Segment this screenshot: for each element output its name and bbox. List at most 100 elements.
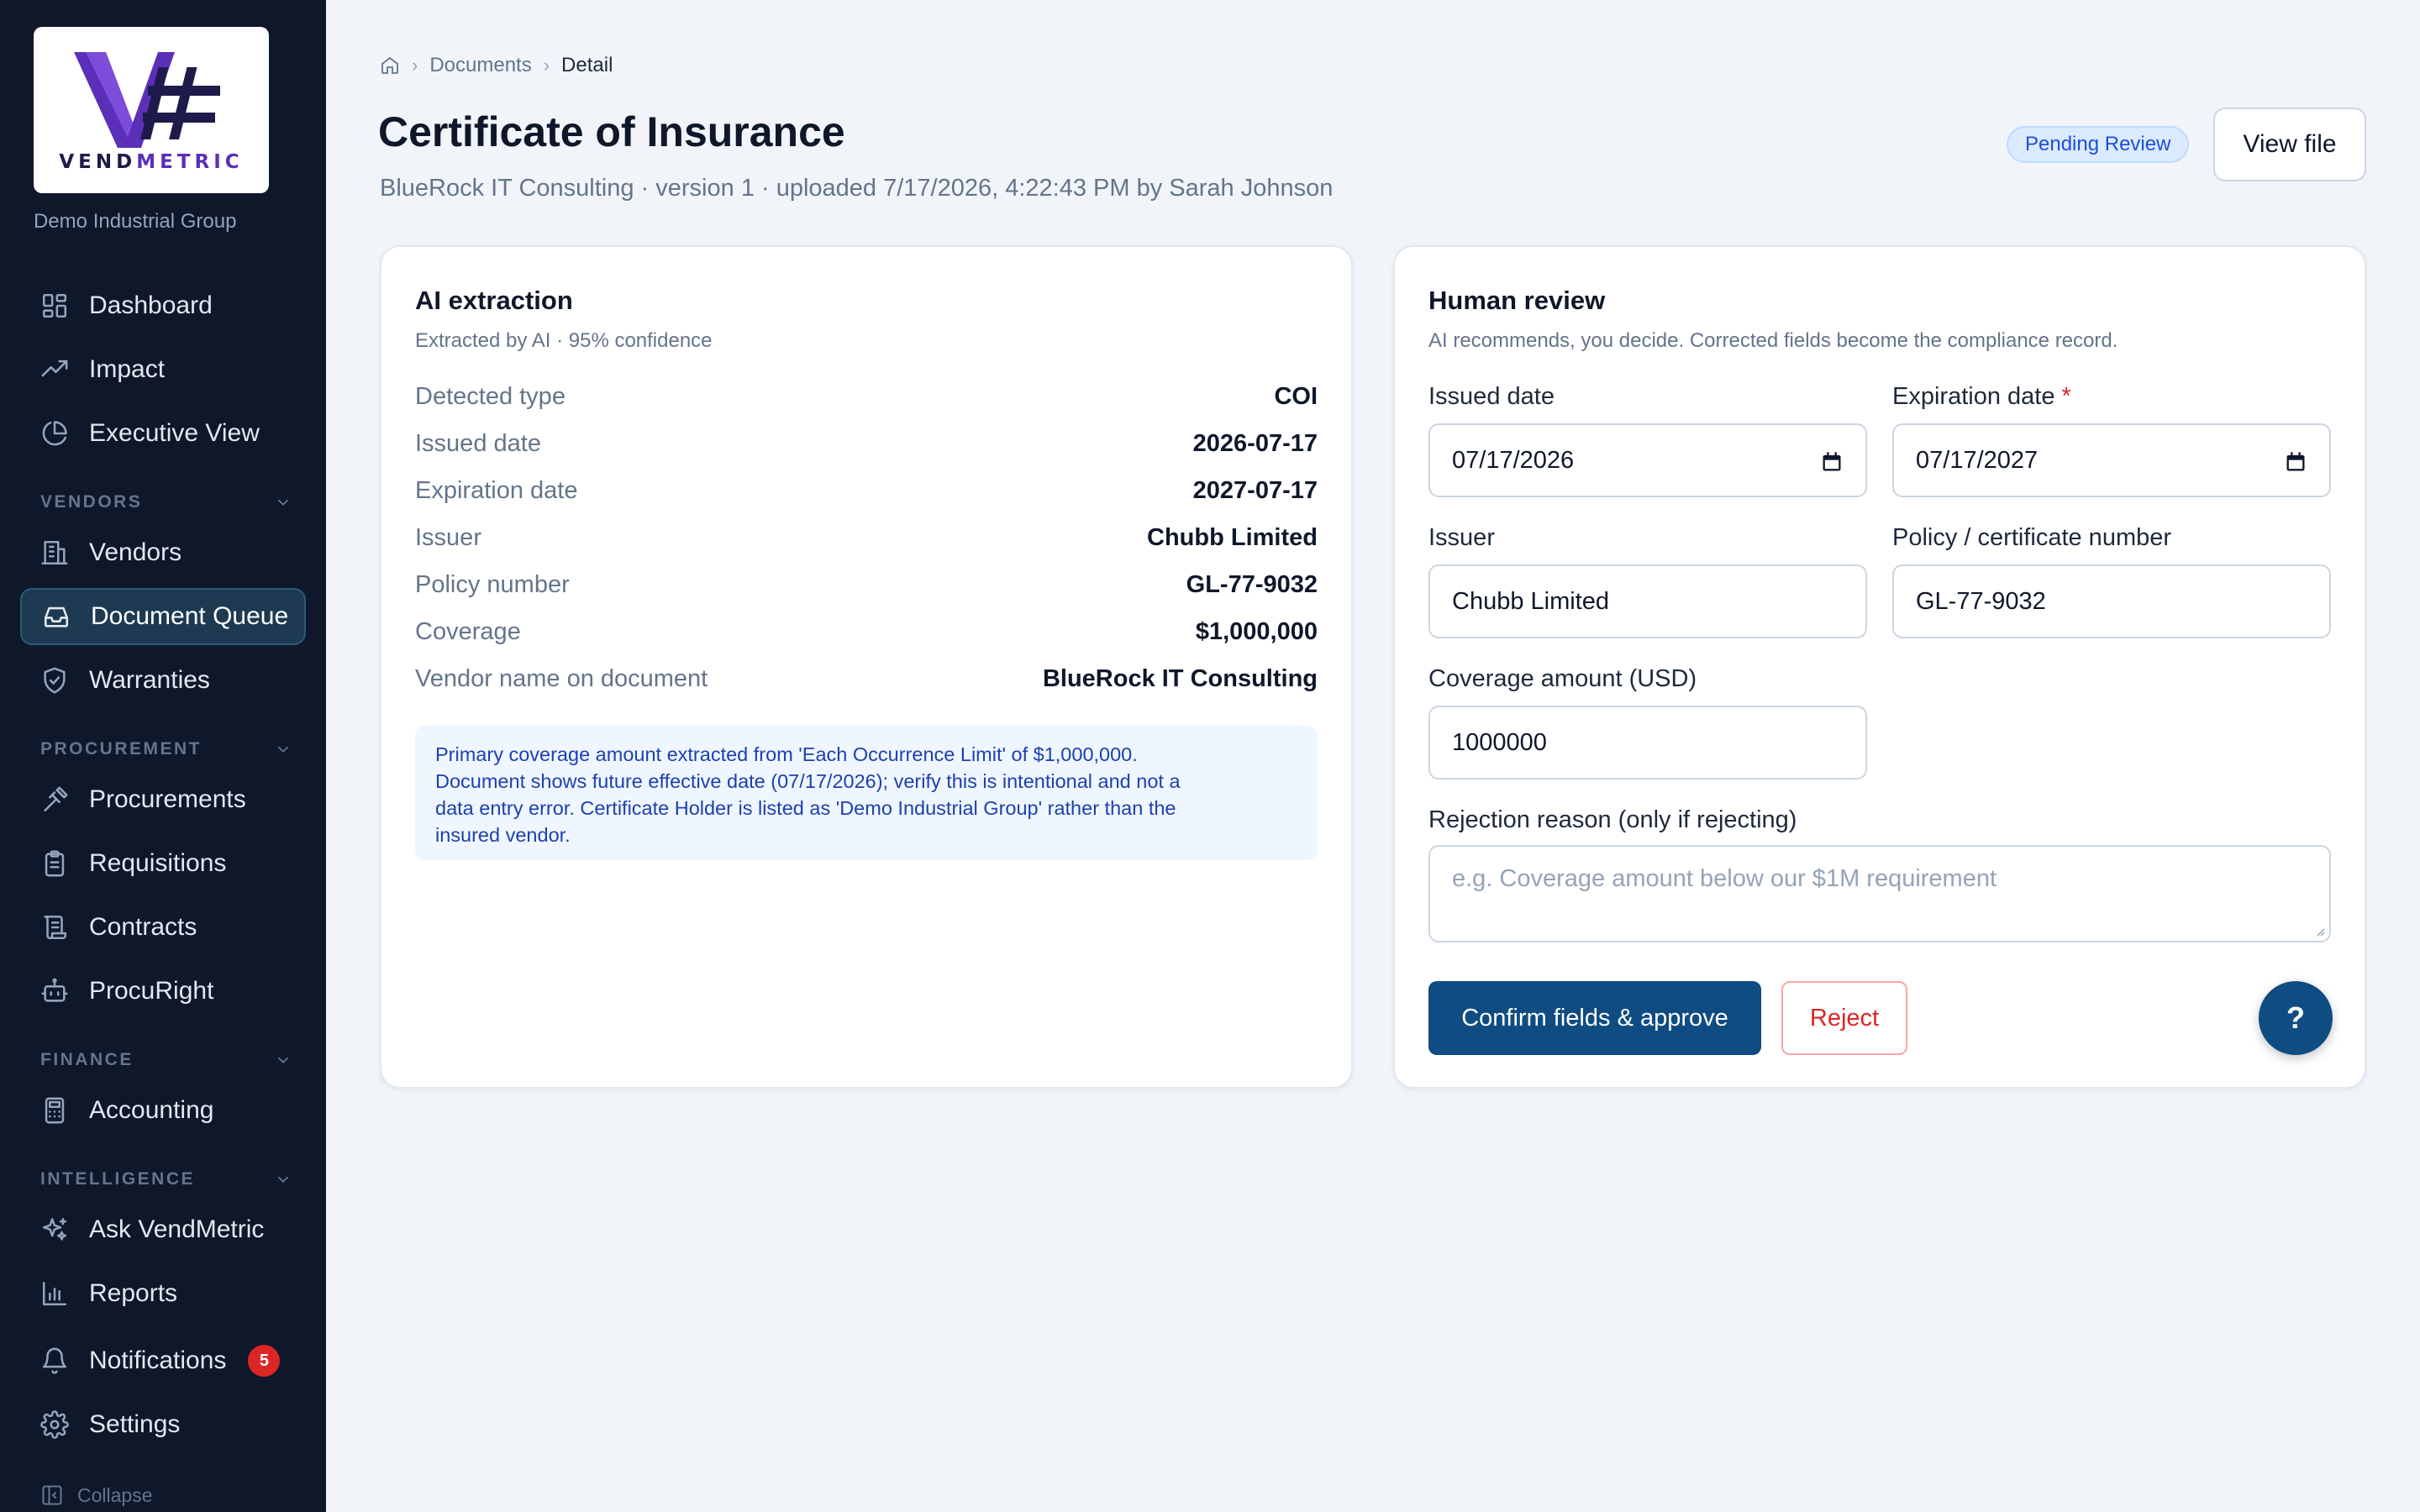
chevron-down-icon [277, 1176, 289, 1184]
vendmetric-logo[interactable]: VENDMETRIC [34, 27, 269, 193]
issuer-label: Issuer [1428, 524, 1495, 551]
sidebar-item-warranties[interactable]: Warranties [20, 652, 306, 709]
chevron-down-icon [277, 746, 289, 753]
gavel-icon [40, 785, 69, 814]
coverage-amount-input[interactable]: 1000000 [1428, 706, 1867, 780]
policy-number-input[interactable]: GL-77-9032 [1892, 564, 2331, 638]
expiration-date-input[interactable]: 07/17/2027 [1892, 423, 2331, 497]
sidebar-item-label: Settings [89, 1410, 181, 1438]
shield-check-icon [40, 666, 69, 695]
sidebar-item-procuright[interactable]: ProcuRight [20, 963, 306, 1020]
issued-date-label: Issued date [1428, 383, 1555, 410]
sidebar-item-label: Dashboard [89, 291, 213, 319]
sidebar-item-impact[interactable]: Impact [20, 341, 306, 398]
clipboard-icon [40, 849, 69, 878]
card-title: Human review [1428, 286, 1606, 315]
card-subtitle: Extracted by AI · 95% confidence [415, 329, 713, 352]
bell-icon [40, 1347, 69, 1375]
extraction-row-issuer: Issuer Chubb Limited [415, 524, 1318, 551]
home-icon[interactable] [380, 55, 400, 76]
breadcrumb: › Documents › Detail [380, 54, 613, 77]
sidebar-item-requisitions[interactable]: Requisitions [20, 835, 306, 892]
sidebar-item-label: Executive View [89, 419, 260, 447]
issued-date-input[interactable]: 07/17/2026 [1428, 423, 1867, 497]
sidebar-item-dashboard[interactable]: Dashboard [20, 277, 306, 334]
notification-count-badge: 5 [248, 1345, 281, 1377]
extraction-row-policy-number: Policy number GL-77-9032 [415, 571, 1318, 598]
pie-chart-icon [40, 419, 69, 448]
card-title: AI extraction [415, 286, 573, 315]
extraction-row-coverage: Coverage $1,000,000 [415, 618, 1318, 645]
dashboard-icon [40, 291, 69, 320]
sidebar-item-accounting[interactable]: Accounting [20, 1082, 306, 1139]
calendar-icon[interactable] [1820, 450, 1844, 474]
sidebar-item-label: Requisitions [89, 849, 227, 877]
sidebar-item-settings[interactable]: Settings [20, 1396, 306, 1453]
extraction-row-expiration-date: Expiration date 2027-07-17 [415, 477, 1318, 504]
calendar-icon[interactable] [2284, 450, 2307, 474]
section-procurement[interactable]: PROCUREMENT [40, 739, 292, 759]
sidebar-item-label: Warranties [89, 666, 210, 694]
sidebar-item-notifications[interactable]: Notifications 5 [20, 1332, 306, 1389]
required-marker: * [2061, 383, 2071, 410]
sidebar-item-label: ProcuRight [89, 977, 214, 1005]
sidebar-item-document-queue[interactable]: Document Queue [20, 588, 306, 645]
bot-icon [40, 977, 69, 1005]
building-icon [40, 538, 69, 567]
breadcrumb-current: Detail [561, 54, 613, 76]
sidebar-item-label: Contracts [89, 913, 197, 941]
scroll-icon [40, 913, 69, 942]
sidebar-item-label: Accounting [89, 1096, 214, 1124]
panel-collapse-icon [42, 1485, 62, 1505]
confirm-approve-button[interactable]: Confirm fields & approve [1428, 981, 1761, 1055]
breadcrumb-separator: › [543, 55, 550, 76]
sidebar-item-label: Document Queue [91, 602, 289, 630]
coverage-amount-label: Coverage amount (USD) [1428, 665, 1697, 692]
sidebar-item-label: Reports [89, 1279, 178, 1307]
sidebar-item-executive-view[interactable]: Executive View [20, 405, 306, 462]
view-file-button[interactable]: View file [2213, 108, 2366, 181]
sidebar-item-ask-vendmetric[interactable]: Ask VendMetric [20, 1201, 306, 1258]
sidebar-item-label: Impact [89, 355, 166, 383]
card-subtitle: AI recommends, you decide. Corrected fie… [1428, 329, 2118, 352]
collapse-sidebar-button[interactable]: Collapse [40, 1483, 153, 1507]
sidebar-item-vendors[interactable]: Vendors [20, 524, 306, 581]
page-subtitle: BlueRock IT Consulting · version 1 · upl… [380, 175, 1334, 202]
help-button[interactable]: ? [2259, 981, 2333, 1055]
gear-icon [40, 1410, 69, 1439]
sparkles-icon [40, 1215, 69, 1244]
page-title: Certificate of Insurance [378, 108, 845, 155]
chevron-down-icon [277, 1057, 289, 1064]
status-badge: Pending Review [2007, 126, 2190, 163]
reject-button[interactable]: Reject [1781, 981, 1907, 1055]
bar-chart-icon [40, 1279, 69, 1308]
section-finance[interactable]: FINANCE [40, 1050, 292, 1070]
sidebar-item-label: Notifications [89, 1347, 227, 1374]
rejection-reason-label: Rejection reason (only if rejecting) [1428, 806, 1797, 833]
extraction-row-vendor-name: Vendor name on document BlueRock IT Consu… [415, 665, 1318, 692]
org-name: Demo Industrial Group [34, 210, 237, 233]
human-review-card: Human review AI recommends, you decide. … [1393, 245, 2366, 1089]
sidebar-item-label: Ask VendMetric [89, 1215, 265, 1243]
extraction-row-detected-type: Detected type COI [415, 383, 1318, 410]
section-intelligence[interactable]: INTELLIGENCE [40, 1169, 292, 1189]
resize-grip-icon[interactable] [2312, 924, 2326, 937]
calculator-icon [40, 1096, 69, 1125]
sidebar-item-label: Vendors [89, 538, 182, 566]
ai-extraction-card: AI extraction Extracted by AI · 95% conf… [380, 245, 1353, 1089]
rejection-reason-textarea[interactable]: e.g. Coverage amount below our $1M requi… [1428, 845, 2331, 942]
trending-up-icon [40, 355, 69, 384]
sidebar-item-reports[interactable]: Reports [20, 1265, 306, 1322]
expiration-date-label: Expiration date * [1892, 383, 2071, 410]
extraction-note: Primary coverage amount extracted from '… [415, 726, 1318, 860]
sidebar-item-contracts[interactable]: Contracts [20, 899, 306, 956]
sidebar-item-procurements[interactable]: Procurements [20, 771, 306, 828]
sidebar-item-label: Procurements [89, 785, 246, 813]
breadcrumb-separator: › [412, 55, 418, 76]
section-vendors[interactable]: VENDORS [40, 492, 292, 512]
issuer-input[interactable]: Chubb Limited [1428, 564, 1867, 638]
policy-number-label: Policy / certificate number [1892, 524, 2172, 551]
breadcrumb-documents[interactable]: Documents [429, 54, 531, 77]
logo-wordmark: VENDMETRIC [59, 151, 244, 173]
logo-mark-icon [74, 52, 220, 148]
